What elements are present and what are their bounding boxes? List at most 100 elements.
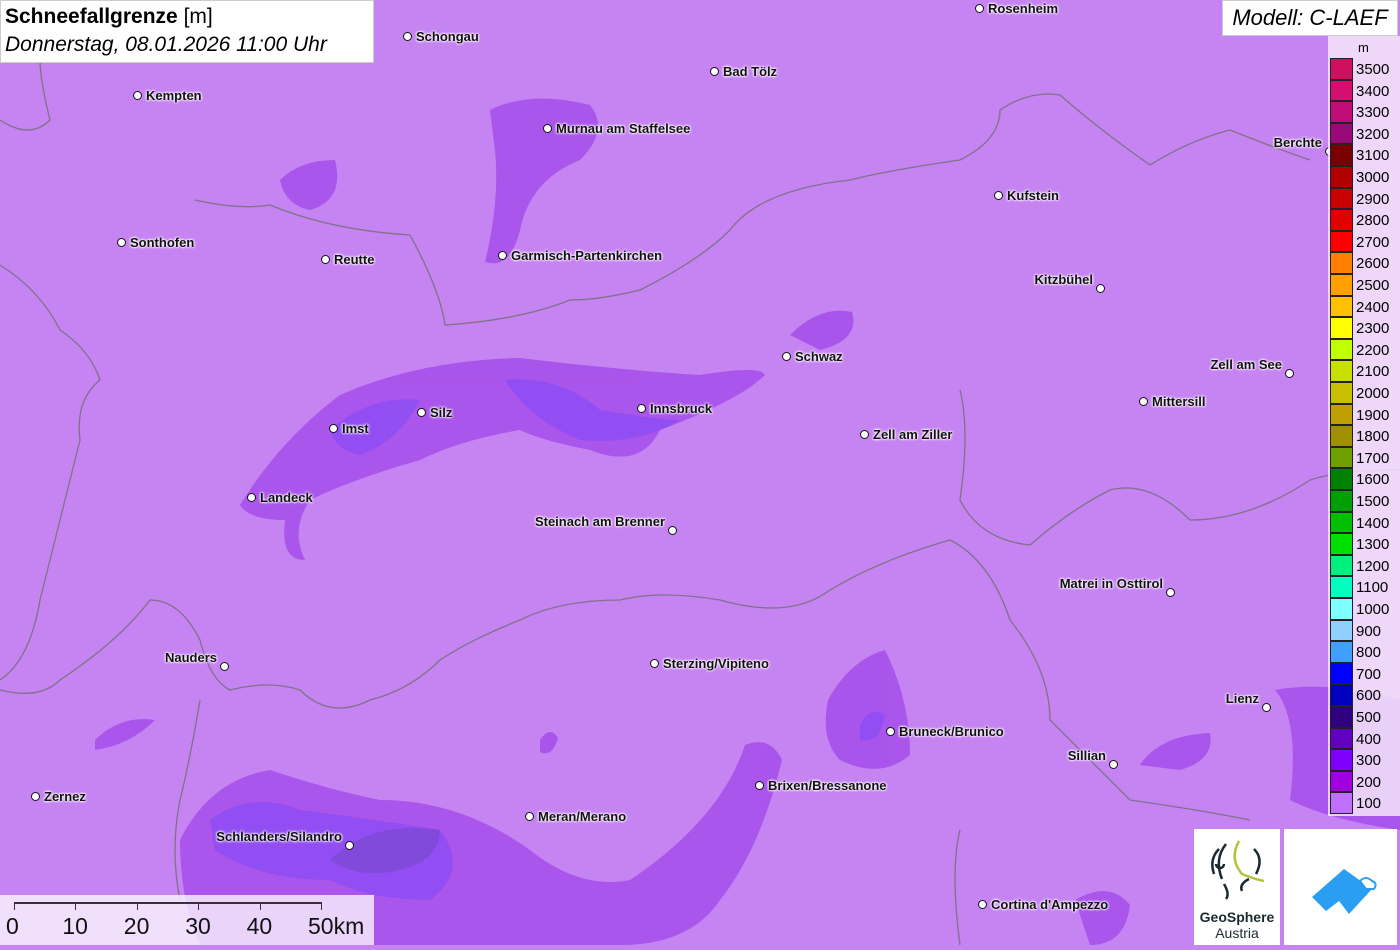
- legend-item: 2700: [1330, 230, 1400, 253]
- city-label: Mittersill: [1152, 394, 1206, 409]
- scale-bar: 0 10 20 30 40 50km: [0, 895, 374, 945]
- legend-label: 2400: [1356, 298, 1390, 316]
- weather-app-logo[interactable]: [1284, 829, 1397, 945]
- forecast-datetime: Donnerstag, 08.01.2026 11:00 Uhr: [5, 33, 327, 56]
- legend-label: 2900: [1356, 190, 1390, 208]
- legend-item: 1500: [1330, 490, 1400, 512]
- city-marker: [650, 659, 659, 668]
- legend-label: 500: [1356, 709, 1382, 726]
- legend-item: 1700: [1330, 446, 1400, 469]
- city-label: Zernez: [44, 789, 86, 804]
- legend-swatch: [1330, 230, 1353, 253]
- legend-item: 2500: [1330, 274, 1400, 296]
- legend-swatch: [1330, 662, 1353, 685]
- city-marker: [117, 238, 126, 247]
- legend-swatch: [1330, 576, 1353, 598]
- city-marker: [782, 352, 791, 361]
- map-title-box: Schneefallgrenze [m] Donnerstag, 08.01.2…: [0, 0, 374, 63]
- legend-item: 2200: [1330, 338, 1400, 361]
- legend-swatch: [1330, 641, 1353, 663]
- legend-unit: m: [1358, 40, 1369, 55]
- city-label: Kufstein: [1007, 188, 1059, 203]
- legend-swatch: [1330, 166, 1353, 188]
- scale-line: [14, 902, 321, 904]
- city-marker: [403, 32, 412, 41]
- city-label: Schongau: [416, 29, 479, 44]
- legend-label: 600: [1356, 687, 1382, 705]
- legend-label: 700: [1356, 665, 1382, 683]
- city-marker: [543, 124, 552, 133]
- city-label: Zell am Ziller: [873, 427, 953, 442]
- legend-label: 2800: [1356, 212, 1390, 230]
- scale-label: 40: [246, 913, 273, 939]
- city-marker: [1262, 703, 1271, 712]
- city-marker: [978, 900, 987, 909]
- city-label: Bruneck/Brunico: [899, 724, 1004, 739]
- legend-swatch: [1330, 209, 1353, 231]
- legend-swatch: [1330, 403, 1353, 426]
- city-label: Lienz: [1225, 691, 1259, 706]
- legend-swatch: [1330, 468, 1353, 490]
- legend-item: 200: [1330, 770, 1400, 793]
- legend-swatch: [1330, 554, 1353, 577]
- legend-item: 1100: [1330, 576, 1400, 598]
- scale-tick: [321, 902, 322, 910]
- city-label: Matrei in Osttirol: [1059, 576, 1163, 591]
- legend-item: 400: [1330, 727, 1400, 750]
- legend-label: 3400: [1356, 82, 1390, 100]
- legend-label: 2700: [1356, 233, 1390, 251]
- city-label: Bad Tölz: [723, 64, 778, 79]
- scale-tick: [198, 902, 200, 910]
- legend-swatch: [1330, 317, 1353, 339]
- legend-swatch: [1330, 425, 1353, 447]
- scale-tick: [259, 902, 261, 910]
- legend-swatch: [1330, 727, 1353, 750]
- legend-item: 1400: [1330, 511, 1400, 534]
- city-label: Kempten: [146, 88, 202, 103]
- scale-label: 0: [6, 913, 19, 939]
- city-label: Innsbruck: [650, 401, 713, 416]
- scale-tick: [75, 902, 77, 910]
- legend-label: 300: [1356, 752, 1382, 770]
- legend-label: 1800: [1356, 428, 1390, 446]
- city-marker: [668, 526, 677, 535]
- city-marker: [886, 727, 895, 736]
- city-marker: [417, 408, 426, 417]
- city-label: Kitzbühel: [1034, 272, 1094, 287]
- city-marker: [1096, 284, 1105, 293]
- city-marker: [994, 191, 1003, 200]
- legend-label: 200: [1356, 773, 1382, 791]
- legend-swatch: [1330, 533, 1353, 555]
- city-marker: [1109, 760, 1118, 769]
- legend-item: 1200: [1330, 554, 1400, 577]
- legend-item: 700: [1330, 662, 1400, 685]
- city-marker: [975, 4, 984, 13]
- city-label: Cortina d'Ampezzo: [991, 897, 1109, 912]
- legend-swatch: [1330, 684, 1353, 706]
- legend-item: 500: [1330, 706, 1400, 728]
- legend-label: 2200: [1356, 341, 1390, 359]
- legend-item: 3500: [1330, 58, 1400, 80]
- parameter-unit: [m]: [183, 5, 213, 28]
- legend-label: 3100: [1356, 147, 1390, 165]
- legend-item: 1900: [1330, 403, 1400, 426]
- legend-item: 2400: [1330, 295, 1400, 318]
- city-label: Nauders: [164, 650, 217, 665]
- legend-label: 2300: [1356, 320, 1390, 338]
- legend-swatch: [1330, 274, 1353, 296]
- legend-swatch: [1330, 770, 1353, 793]
- color-legend: m 3500 3400 3300 3200 3100 3000 2900 2800 2700 26…: [1328, 36, 1400, 816]
- legend-label: 1200: [1356, 557, 1390, 575]
- legend-item: 600: [1330, 684, 1400, 706]
- legend-label: 1300: [1356, 536, 1390, 554]
- city-label: Reutte: [334, 252, 375, 267]
- legend-item: 1600: [1330, 468, 1400, 490]
- city-marker: [637, 404, 646, 413]
- city-marker: [710, 67, 719, 76]
- geosphere-name: GeoSphere: [1199, 909, 1275, 925]
- geosphere-logo[interactable]: GeoSphere Austria: [1194, 829, 1280, 945]
- legend-swatch: [1330, 511, 1353, 534]
- legend-swatch: [1330, 101, 1353, 123]
- legend-label: 1900: [1356, 406, 1390, 424]
- city-marker: [498, 251, 507, 260]
